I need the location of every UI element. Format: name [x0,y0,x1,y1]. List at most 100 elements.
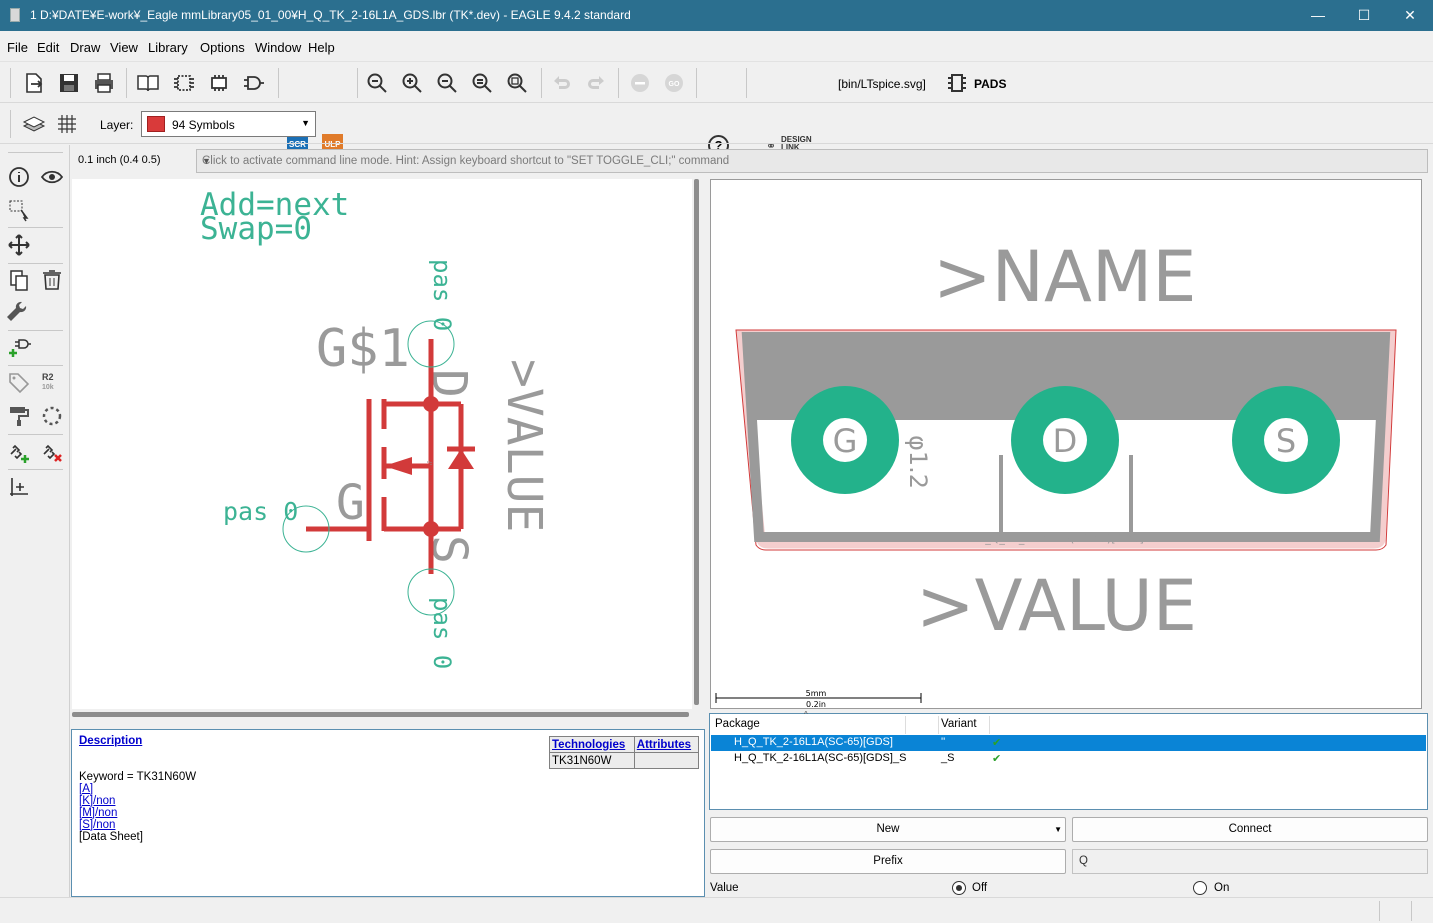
desc-link-s[interactable]: [S]/non [79,819,115,831]
new-variant-button[interactable]: New ▼ [710,817,1066,842]
pin-name-top: pas 0 [428,259,456,331]
minimize-button[interactable]: — [1295,0,1341,31]
menu-edit[interactable]: Edit [37,40,59,55]
desc-link-a[interactable]: [A] [79,783,93,795]
pin-name-left: pas 0 [223,497,298,526]
zoom-select-icon[interactable] [505,71,529,95]
technologies-header[interactable]: Technologies [549,736,635,753]
zoom-redraw-icon[interactable] [470,71,494,95]
variant-row[interactable]: H_Q_TK_2-16L1A(SC-65)[GDS]_S _S ✔ [711,751,1426,767]
maximize-button[interactable]: ☐ [1341,0,1387,31]
mark-origin-icon[interactable] [7,475,31,499]
coordinate-display: 0.1 inch (0.4 0.5) [78,154,161,166]
package-device-label: H_Q_TK_2-16L1A(SC-65)[GDS] [977,532,1144,545]
desc-link-k[interactable]: [K]/non [79,795,115,807]
column-header-variant[interactable]: Variant [941,718,977,730]
symbol-canvas[interactable]: Add=next Swap=0 G$1 >VALUE pas 0 pas 0 p… [72,179,692,709]
close-button[interactable]: ✕ [1387,0,1433,31]
device-icon[interactable] [242,71,266,95]
move-icon[interactable] [7,233,31,257]
script-path-dropdown[interactable]: [bin/LTspice.svg] [838,77,926,91]
symbol-chip-icon[interactable] [172,71,196,95]
value-r2-icon[interactable]: R2 10k [42,373,54,392]
sort-up-icon: ^ [804,710,808,719]
datasheet-line: [Data Sheet] [79,831,143,843]
vertical-scrollbar[interactable] [692,179,702,709]
command-toolbar: R2 10k [0,145,70,897]
pad-s: S [1232,386,1340,494]
value-label: >VALUE [496,359,552,532]
open-file-icon[interactable] [22,71,46,95]
wrench-icon[interactable] [7,301,31,325]
attributes-header[interactable]: Attributes [633,736,700,753]
scale-inch-label: 0.2in [806,700,826,709]
prefix-input[interactable]: Q [1072,849,1428,874]
svg-text:D: D [1053,422,1078,460]
value-off-radio[interactable] [952,881,966,895]
value-label: Value [710,882,739,894]
layer-label: Layer: [100,118,134,132]
command-line-input[interactable]: Click to activate command line mode. Hin… [196,149,1428,173]
zoom-in-icon[interactable] [400,71,424,95]
app-icon [10,8,20,22]
value-off-label: Off [972,882,988,894]
technologies-table: Technologies Attributes TK31N60W [549,736,700,769]
stop-icon[interactable] [628,71,652,95]
status-bar [0,897,1433,923]
add-part-icon[interactable] [7,336,31,360]
description-link[interactable]: Description [79,735,142,747]
menu-file[interactable]: File [7,40,28,55]
undo-icon[interactable] [550,71,574,95]
desc-link-m[interactable]: [M]/non [79,807,117,819]
menu-help[interactable]: Help [308,40,335,55]
layer-select[interactable]: 94 Symbols ▼ [141,111,316,137]
menu-library[interactable]: Library [148,40,188,55]
pads-button[interactable]: PADS [974,77,1006,91]
prefix-button[interactable]: Prefix [710,849,1066,874]
menu-window[interactable]: Window [255,40,301,55]
connect-remove-icon[interactable] [40,440,64,464]
save-icon[interactable] [57,71,81,95]
horizontal-scrollbar[interactable] [72,709,692,719]
redo-icon[interactable] [584,71,608,95]
layer-selected-value: 94 Symbols [172,118,235,132]
dotted-circle-icon[interactable] [40,404,64,428]
grid-icon[interactable] [55,112,79,136]
paint-roller-icon[interactable] [7,404,31,428]
variant-row[interactable]: H_Q_TK_2-16L1A(SC-65)[GDS] '' ✔ [711,735,1426,751]
tag-icon[interactable] [7,371,31,395]
zoom-out-icon[interactable] [435,71,459,95]
title-bar: 1 D:¥DATE¥E-work¥_Eagle mmLibrary05_01_0… [0,0,1433,31]
window-title: 1 D:¥DATE¥E-work¥_Eagle mmLibrary05_01_0… [30,8,631,22]
value-on-radio[interactable] [1193,881,1207,895]
connect-add-icon[interactable] [7,440,31,464]
menu-draw[interactable]: Draw [70,40,100,55]
keyword-line: Keyword = TK31N60W [79,771,197,783]
menu-options[interactable]: Options [200,40,245,55]
chevron-down-icon[interactable]: ▼ [202,156,1422,166]
pad-d: D [1011,386,1119,494]
zoom-fit-icon[interactable] [365,71,389,95]
package-icon[interactable] [207,71,231,95]
check-icon: ✔ [992,753,1002,765]
group-select-icon[interactable] [7,198,31,222]
print-icon[interactable] [92,71,116,95]
connect-button[interactable]: Connect [1072,817,1428,842]
pin-name-bottom: pas 0 [428,597,456,669]
package-value-label: >VALUE [916,565,1197,647]
delete-trash-icon[interactable] [40,268,64,292]
column-header-package[interactable]: Package [715,718,760,730]
value-on-label: On [1214,882,1230,894]
menu-view[interactable]: View [110,40,138,55]
library-book-icon[interactable] [136,71,160,95]
info-icon[interactable] [7,165,31,189]
layer-settings-icon[interactable] [22,112,46,136]
svg-text:S: S [1276,422,1296,460]
variant-table: Package ^ Variant H_Q_TK_2-16L1A(SC-65)[… [709,710,1428,810]
show-eye-icon[interactable] [40,165,64,189]
package-preview: >NAME >VALUE G D S φ1.2 H_Q_TK_2-16L1A(S… [710,179,1422,709]
go-icon[interactable]: GO [662,71,686,95]
svg-text:GO: GO [669,81,680,88]
layer-color-swatch [147,116,165,132]
copy-icon[interactable] [7,268,31,292]
